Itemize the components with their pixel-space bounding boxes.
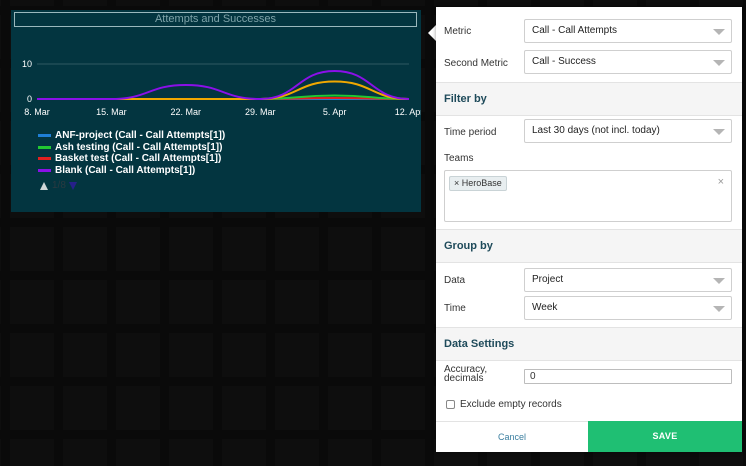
legend-swatch (38, 168, 51, 172)
x-tick-label: 29. Mar (245, 107, 276, 117)
accuracy-label: Accuracy, decimals (444, 364, 488, 384)
time-label: Time (444, 303, 466, 314)
accuracy-input[interactable]: 0 (524, 369, 732, 384)
data-select[interactable]: Project (524, 268, 732, 292)
legend-item[interactable]: ANF-project (Call - Call Attempts[1]) (38, 130, 225, 142)
data-settings-section: Data Settings (436, 327, 742, 361)
x-tick-label: 22. Mar (171, 107, 202, 117)
legend-next-icon[interactable] (68, 181, 77, 190)
legend-prev-icon[interactable] (40, 181, 48, 190)
time-select-value: Week (532, 302, 558, 313)
panel-caret (428, 25, 436, 41)
legend-label: Ash testing (Call - Call Attempts[1]) (55, 141, 223, 153)
y-tick-label: 0 (27, 94, 32, 104)
data-settings-title: Data Settings (444, 338, 515, 350)
chevron-down-icon (713, 29, 725, 35)
second-metric-select[interactable]: Call - Success (524, 50, 732, 74)
legend-label: Blank (Call - Call Attempts[1]) (55, 164, 196, 176)
x-tick-label: 8. Mar (24, 107, 50, 117)
time-period-select[interactable]: Last 30 days (not incl. today) (524, 119, 732, 143)
second-metric-label: Second Metric (444, 58, 508, 69)
chevron-down-icon (713, 129, 725, 135)
legend-label: ANF-project (Call - Call Attempts[1]) (55, 130, 226, 142)
metric-label: Metric (444, 26, 472, 37)
chevron-down-icon (713, 60, 725, 66)
teams-label: Teams (444, 153, 474, 164)
team-tag-herobase[interactable]: × HeroBase (449, 176, 507, 191)
filter-by-section: Filter by (436, 82, 742, 116)
legend-page-count: 1/8 (52, 180, 66, 191)
legend-label: Basket test (Call - Call Attempts[1]) (55, 153, 222, 165)
metric-select[interactable]: Call - Call Attempts (524, 19, 732, 43)
legend-pager: 1/8 (40, 180, 77, 191)
metric-select-value: Call - Call Attempts (532, 25, 618, 36)
cancel-button[interactable]: Cancel (436, 421, 588, 452)
series-line (37, 69, 410, 101)
filter-by-title: Filter by (444, 93, 487, 105)
time-period-label: Time period (444, 127, 497, 138)
chevron-down-icon (713, 306, 725, 312)
y-tick-label: 10 (22, 59, 32, 69)
chart-legend: ANF-project (Call - Call Attempts[1]) Ash… (38, 130, 225, 176)
x-tick-label: 12. Apr (395, 107, 421, 117)
clear-teams-icon[interactable]: × (718, 176, 724, 188)
time-period-select-value: Last 30 days (not incl. today) (532, 125, 660, 136)
chart-settings-panel: Metric Call - Call Attempts Second Metri… (436, 7, 742, 452)
legend-item[interactable]: Basket test (Call - Call Attempts[1]) (38, 153, 225, 165)
teams-multiselect[interactable]: × HeroBase × (444, 170, 732, 222)
x-tick-label: 15. Mar (96, 107, 127, 117)
time-select[interactable]: Week (524, 296, 732, 320)
save-button[interactable]: SAVE (588, 421, 742, 452)
x-tick-label: 5. Apr (323, 107, 347, 117)
chevron-down-icon (713, 278, 725, 284)
data-label: Data (444, 275, 466, 286)
chart-widget[interactable]: Attempts and Successes 0 10 8. Mar 15. Mar 2… (11, 10, 421, 212)
exclude-empty-label: Exclude empty records (460, 399, 562, 410)
second-metric-select-value: Call - Success (532, 56, 596, 67)
group-by-section: Group by (436, 229, 742, 263)
group-by-title: Group by (444, 240, 493, 252)
legend-item[interactable]: Ash testing (Call - Call Attempts[1]) (38, 142, 225, 154)
legend-swatch (38, 157, 51, 161)
legend-item[interactable]: Blank (Call - Call Attempts[1]) (38, 165, 225, 177)
legend-swatch (38, 134, 51, 138)
exclude-empty-checkbox[interactable] (446, 400, 455, 409)
data-select-value: Project (532, 274, 564, 285)
legend-swatch (38, 145, 51, 149)
